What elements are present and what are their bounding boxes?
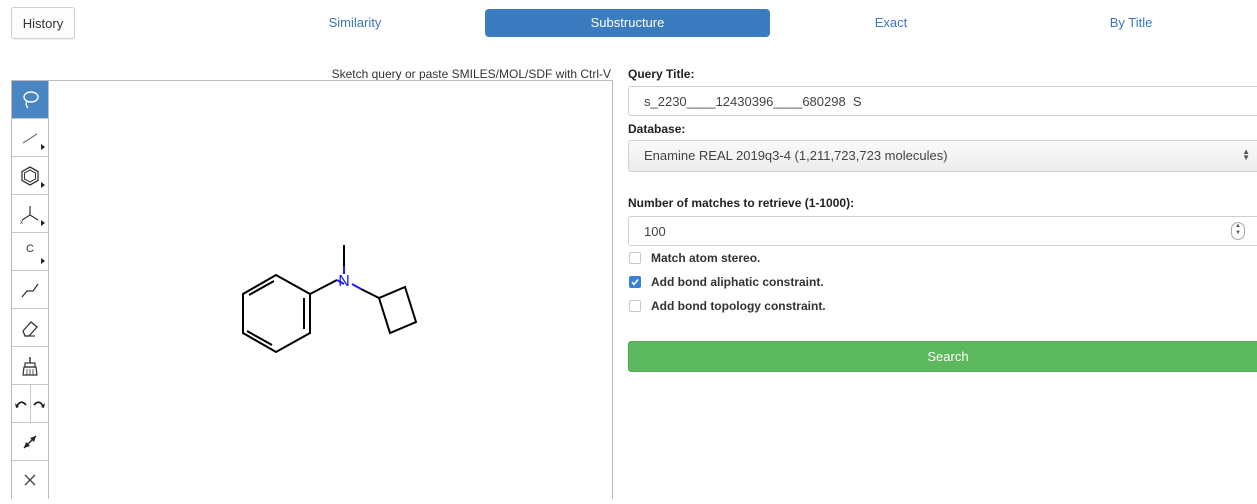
lasso-tool[interactable] — [12, 81, 48, 119]
sketcher-panel: x C N — [11, 80, 613, 499]
query-title-label: Query Title: — [628, 67, 695, 81]
bond-tool[interactable] — [12, 119, 48, 157]
undo-button[interactable] — [12, 385, 30, 422]
bond-aliphatic-label: Add bond aliphatic constraint. — [651, 275, 824, 289]
single-bond-icon — [22, 132, 38, 144]
tab-exact[interactable]: Exact — [820, 9, 962, 37]
stereo-bond-tool[interactable]: x — [12, 195, 48, 233]
redo-button[interactable] — [29, 385, 49, 422]
broom-icon — [22, 356, 38, 376]
search-button[interactable]: Search — [628, 341, 1257, 372]
bond-topology-checkbox[interactable] — [629, 300, 641, 312]
close-icon — [24, 474, 36, 486]
match-atom-stereo-label: Match atom stereo. — [651, 251, 761, 265]
atom-carbon-label: C — [26, 242, 34, 255]
sketch-hint: Sketch query or paste SMILES/MOL/SDF wit… — [331, 67, 611, 81]
match-atom-stereo-option[interactable]: Match atom stereo. — [629, 251, 760, 265]
tab-by-title[interactable]: By Title — [1060, 9, 1202, 37]
matches-input[interactable] — [628, 216, 1257, 246]
sketch-toolbar: x C — [11, 81, 49, 499]
nitrogen-atom: N — [338, 273, 350, 290]
query-title-input[interactable] — [628, 86, 1257, 116]
molecule-structure: N — [242, 245, 418, 354]
cyclobutane-ring — [377, 285, 418, 335]
stereo-center-icon: x — [20, 205, 39, 226]
phenyl-n-bond — [309, 279, 338, 295]
svg-text:x: x — [20, 220, 23, 226]
sketch-canvas[interactable]: N — [48, 81, 612, 499]
submenu-arrow-icon — [41, 144, 45, 150]
eraser-tool[interactable] — [12, 309, 48, 347]
bond-aliphatic-option[interactable]: Add bond aliphatic constraint. — [629, 275, 824, 289]
redo-icon — [33, 400, 46, 408]
undo-redo-tools — [12, 385, 48, 423]
eraser-icon — [22, 320, 38, 337]
database-select[interactable]: Enamine REAL 2019q3-4 (1,211,723,723 mol… — [628, 140, 1257, 172]
clean-tool[interactable] — [12, 347, 48, 385]
checkmark-icon — [631, 279, 639, 286]
bond-topology-option[interactable]: Add bond topology constraint. — [629, 299, 826, 313]
diagonal-arrow-icon — [23, 435, 37, 448]
undo-icon — [14, 400, 27, 408]
match-atom-stereo-checkbox[interactable] — [629, 252, 641, 264]
ring-tool[interactable] — [12, 157, 48, 195]
submenu-arrow-icon — [41, 220, 45, 226]
cyclobutyl-bond-n-end — [351, 283, 362, 290]
database-label: Database: — [628, 122, 686, 136]
submenu-arrow-icon — [41, 182, 45, 188]
submenu-arrow-icon — [41, 258, 45, 264]
tab-similarity[interactable]: Similarity — [281, 9, 429, 37]
lasso-icon — [23, 90, 39, 108]
chain-tool[interactable] — [12, 271, 48, 309]
cyclobutyl-bond — [360, 288, 380, 299]
bond-topology-label: Add bond topology constraint. — [651, 299, 826, 313]
clear-tool[interactable] — [12, 461, 48, 499]
matches-label: Number of matches to retrieve (1-1000): — [628, 196, 855, 210]
benzene-ring — [242, 273, 311, 354]
atom-tool[interactable]: C — [12, 233, 48, 271]
number-spinner-icon[interactable]: ▲ ▼ — [1231, 222, 1245, 240]
history-button[interactable]: History — [11, 7, 75, 39]
hexagon-ring-icon — [21, 165, 39, 186]
tab-substructure[interactable]: Substructure — [485, 9, 770, 37]
database-selected-value: Enamine REAL 2019q3-4 (1,211,723,723 mol… — [644, 148, 948, 163]
chain-icon — [21, 283, 39, 297]
bond-aliphatic-checkbox[interactable] — [629, 276, 641, 288]
select-arrows-icon: ▲ ▼ — [1242, 147, 1250, 162]
reaction-arrow-tool[interactable] — [12, 423, 48, 461]
